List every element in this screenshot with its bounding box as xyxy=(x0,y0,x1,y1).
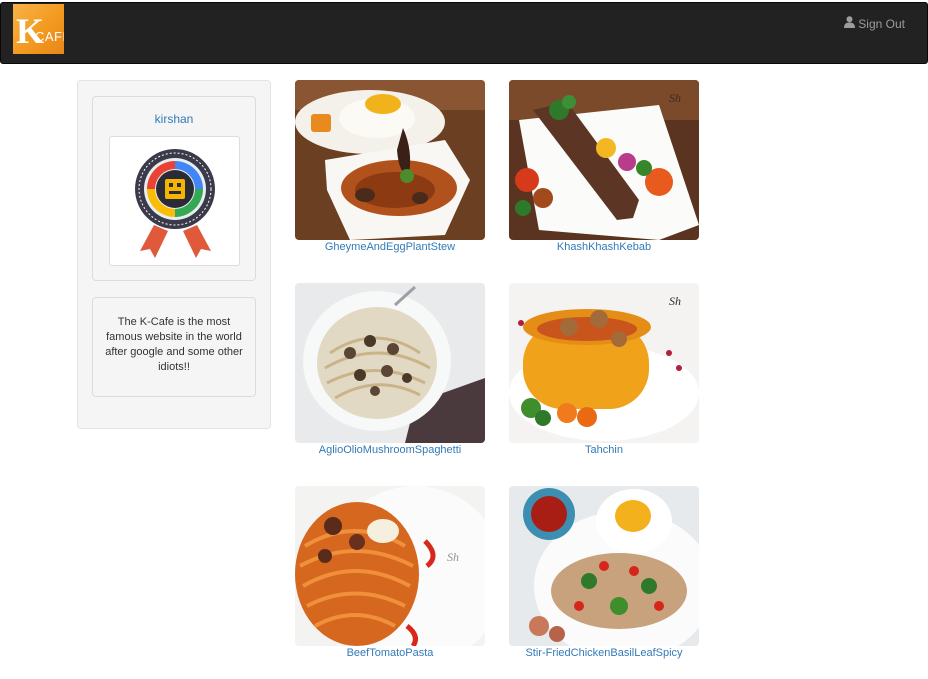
food-photo xyxy=(509,486,699,646)
food-item: GheymeAndEggPlantStew xyxy=(295,80,485,253)
about-text: The K-Cafe is the most famous website in… xyxy=(105,316,243,373)
avatar xyxy=(109,136,240,266)
svg-text:Sh: Sh xyxy=(669,294,681,308)
food-photo xyxy=(295,80,485,240)
user-icon xyxy=(844,16,856,31)
profile-card: kirshan xyxy=(92,96,256,281)
food-photo: Sh xyxy=(509,283,699,443)
username-link[interactable]: kirshan xyxy=(93,112,255,126)
food-name-link[interactable]: KhashKhashKebab xyxy=(509,241,699,253)
svg-text:Sh: Sh xyxy=(447,550,459,564)
food-item: Sh BeefTomatoPasta xyxy=(295,486,485,659)
sign-out-link[interactable]: Sign Out xyxy=(844,16,905,31)
food-image-link[interactable]: Sh xyxy=(509,283,699,443)
award-badge-icon xyxy=(135,149,215,258)
food-name-link[interactable]: BeefTomatoPasta xyxy=(295,647,485,659)
food-name-link[interactable]: Stir-FriedChickenBasilLeafSpicy xyxy=(509,647,699,659)
svg-text:Sh: Sh xyxy=(669,91,681,105)
sign-out-label: Sign Out xyxy=(858,16,905,31)
food-name-link[interactable]: GheymeAndEggPlantStew xyxy=(295,241,485,253)
food-image-link[interactable] xyxy=(295,80,485,240)
food-item: Sh KhashKhashKebab xyxy=(509,80,699,253)
brand-logo[interactable]: K CAFE xyxy=(13,4,64,54)
food-image-link[interactable] xyxy=(509,486,699,646)
food-name-link[interactable]: Tahchin xyxy=(509,444,699,456)
about-card: The K-Cafe is the most famous website in… xyxy=(92,297,256,397)
top-navbar: K CAFE Sign Out xyxy=(0,2,928,64)
food-item: Sh Tahchin xyxy=(509,283,699,456)
food-image-link[interactable]: Sh xyxy=(509,80,699,240)
food-name-link[interactable]: AglioOlioMushroomSpaghetti xyxy=(295,444,485,456)
brand-logo-word: CAFE xyxy=(35,29,64,44)
food-image-link[interactable] xyxy=(295,283,485,443)
food-photo xyxy=(295,283,485,443)
food-photo: Sh xyxy=(509,80,699,240)
profile-sidebar: kirshan The K-Cafe is the most famous we xyxy=(77,80,271,429)
food-item: AglioOlioMushroomSpaghetti xyxy=(295,283,485,456)
food-item: Stir-FriedChickenBasilLeafSpicy xyxy=(509,486,699,659)
food-photo: Sh xyxy=(295,486,485,646)
food-image-link[interactable]: Sh xyxy=(295,486,485,646)
